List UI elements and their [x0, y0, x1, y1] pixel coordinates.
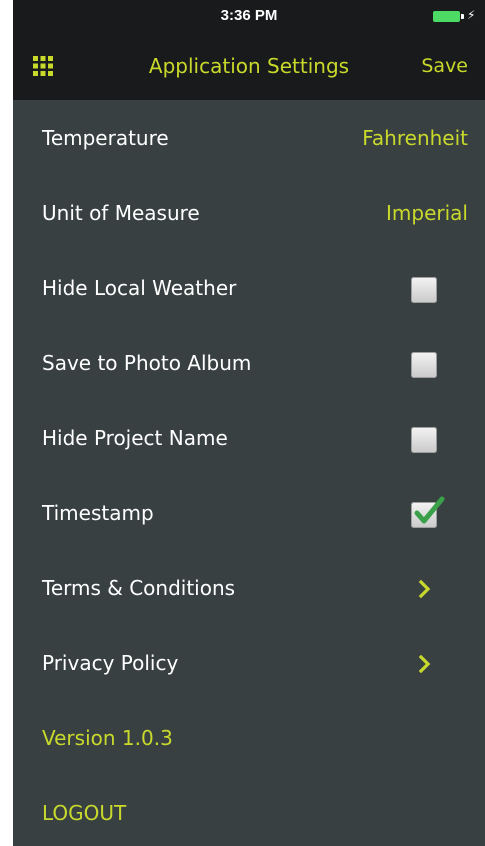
- unit-of-measure-label: Unit of Measure: [42, 201, 200, 225]
- logout-button[interactable]: LOGOUT: [42, 800, 126, 826]
- chevron-right-icon: [418, 654, 431, 674]
- hide-local-weather-row[interactable]: Hide Local Weather: [13, 250, 485, 325]
- privacy-row[interactable]: Privacy Policy: [13, 625, 485, 700]
- temperature-row[interactable]: Temperature Fahrenheit: [13, 100, 485, 175]
- timestamp-row[interactable]: Timestamp: [13, 475, 485, 550]
- hide-local-weather-label: Hide Local Weather: [42, 276, 237, 300]
- hide-project-name-checkbox[interactable]: [411, 427, 437, 453]
- unit-of-measure-row[interactable]: Unit of Measure Imperial: [13, 175, 485, 250]
- terms-label: Terms & Conditions: [42, 576, 236, 600]
- nav-bar: Application Settings Save: [13, 32, 485, 100]
- settings-list: Temperature Fahrenheit Unit of Measure I…: [13, 100, 485, 846]
- hide-local-weather-checkbox[interactable]: [411, 277, 437, 303]
- logout-row[interactable]: LOGOUT: [13, 775, 485, 846]
- page-title: Application Settings: [148, 54, 350, 78]
- hide-project-name-row[interactable]: Hide Project Name: [13, 400, 485, 475]
- timestamp-label: Timestamp: [42, 501, 154, 525]
- save-to-photo-album-row[interactable]: Save to Photo Album: [13, 325, 485, 400]
- status-bar: 3:36 PM ⚡︎: [13, 0, 485, 32]
- status-time: 3:36 PM: [220, 7, 278, 24]
- temperature-value[interactable]: Fahrenheit: [362, 125, 468, 151]
- privacy-label: Privacy Policy: [42, 651, 179, 675]
- save-to-photo-album-checkbox[interactable]: [411, 352, 437, 378]
- hide-project-name-label: Hide Project Name: [42, 426, 228, 450]
- unit-of-measure-value[interactable]: Imperial: [386, 200, 468, 226]
- temperature-label: Temperature: [42, 126, 169, 150]
- save-to-photo-album-label: Save to Photo Album: [42, 351, 252, 375]
- battery-icon: [433, 11, 460, 22]
- checkmark-icon: [414, 496, 445, 524]
- battery-tip: [461, 14, 464, 19]
- version-row: Version 1.0.3: [13, 700, 485, 775]
- charging-bolt-icon: ⚡︎: [467, 8, 476, 22]
- chevron-right-icon: [418, 579, 431, 599]
- version-label: Version 1.0.3: [42, 726, 173, 750]
- save-button[interactable]: Save: [421, 54, 468, 78]
- settings-screen: 3:36 PM ⚡︎ Application Settings Save Tem…: [13, 0, 485, 846]
- terms-row[interactable]: Terms & Conditions: [13, 550, 485, 625]
